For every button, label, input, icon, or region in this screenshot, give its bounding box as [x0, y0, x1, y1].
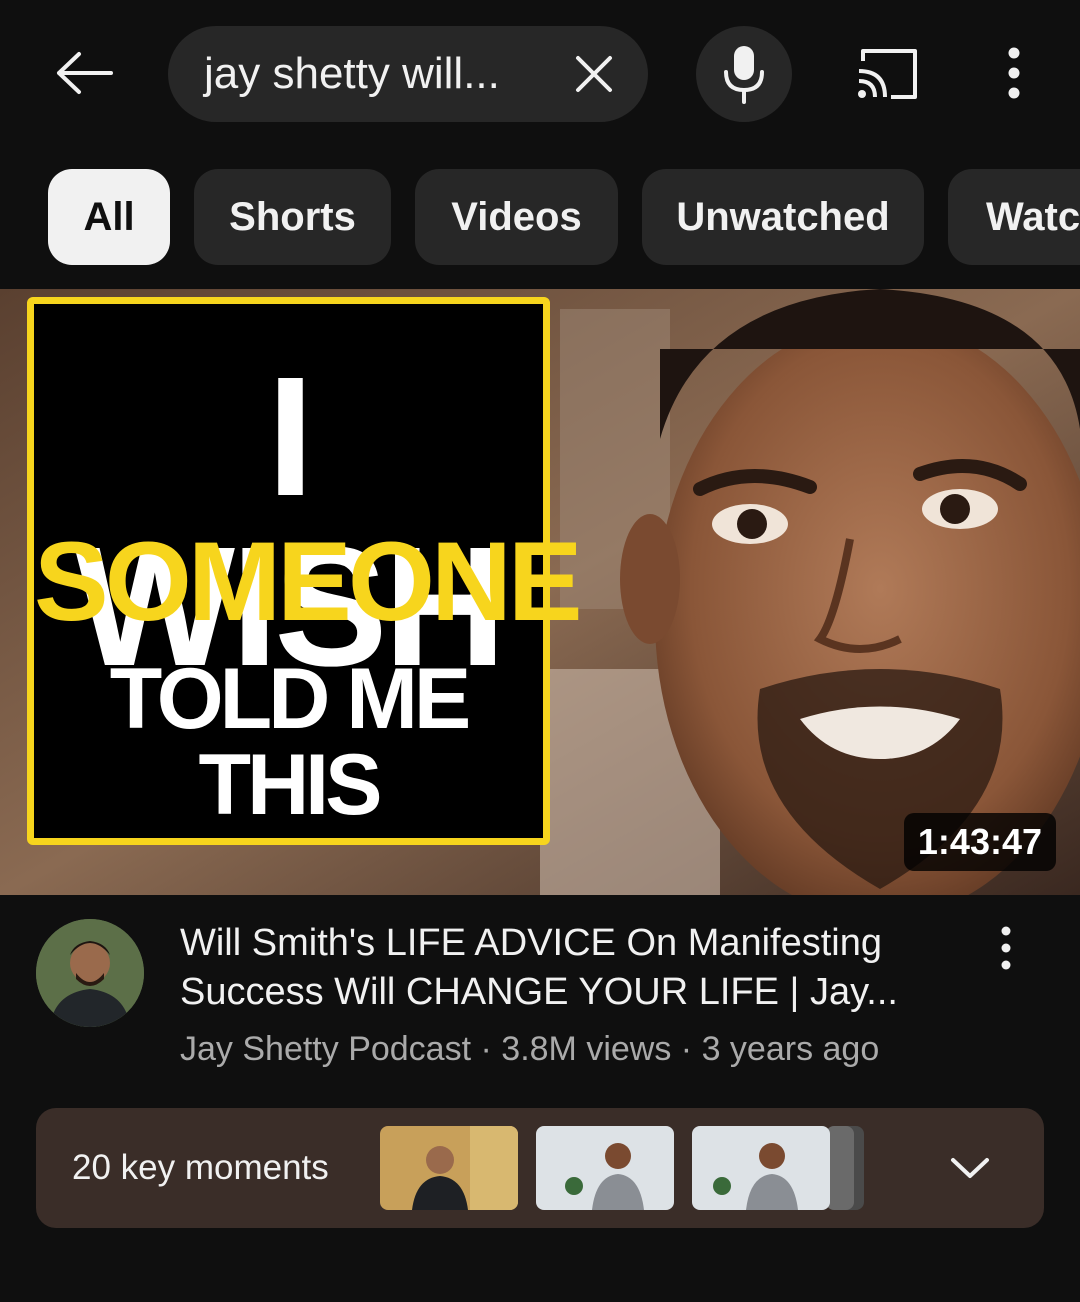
- video-metadata: Jay Shetty Podcast · 3.8M views · 3 year…: [180, 1030, 879, 1069]
- key-moment-thumbnail[interactable]: [380, 1126, 518, 1210]
- more-options-button[interactable]: [990, 40, 1038, 106]
- video-duration-badge: 1:43:47: [903, 813, 1056, 871]
- video-action-menu-button[interactable]: [988, 923, 1024, 973]
- filter-chips: All Shorts Videos Unwatched Watc: [0, 169, 1080, 265]
- channel-name[interactable]: Jay Shetty Podcast: [180, 1030, 471, 1068]
- video-title[interactable]: Will Smith's LIFE ADVICE On Manifesting …: [180, 919, 960, 1017]
- avatar-image: [36, 919, 144, 1027]
- cast-icon: [858, 49, 917, 99]
- cast-button[interactable]: [852, 44, 922, 104]
- key-moment-image: [692, 1126, 830, 1210]
- top-bar: jay shetty will...: [0, 0, 1080, 145]
- close-icon: [576, 56, 612, 92]
- chip-shorts[interactable]: Shorts: [194, 169, 391, 265]
- arrow-left-icon: [57, 52, 113, 94]
- chip-all[interactable]: All: [48, 169, 170, 265]
- video-title-line1: Will Smith's LIFE ADVICE On Manifesting: [180, 922, 883, 964]
- chip-videos[interactable]: Videos: [415, 169, 618, 265]
- voice-search-button[interactable]: [696, 26, 792, 122]
- key-moment-stack: [826, 1126, 854, 1210]
- thumbnail-text-line2: SOMEONE: [34, 519, 583, 644]
- meta-separator: ·: [680, 1030, 693, 1068]
- clear-search-button[interactable]: [568, 48, 620, 100]
- key-moment-image: [536, 1126, 674, 1210]
- key-moment-thumbnail[interactable]: [692, 1126, 830, 1210]
- key-moments-bar[interactable]: 20 key moments: [36, 1108, 1044, 1228]
- view-count: 3.8M views: [501, 1030, 672, 1068]
- microphone-icon: [724, 46, 764, 104]
- search-box[interactable]: jay shetty will...: [168, 26, 648, 122]
- key-moments-label: 20 key moments: [72, 1148, 329, 1187]
- search-query[interactable]: jay shetty will...: [204, 49, 500, 99]
- upload-age: 3 years ago: [701, 1030, 880, 1068]
- more-vertical-icon: [1008, 47, 1020, 99]
- video-info: Will Smith's LIFE ADVICE On Manifesting …: [0, 895, 1080, 1095]
- channel-avatar[interactable]: [36, 919, 144, 1027]
- chip-unwatched[interactable]: Unwatched: [642, 169, 924, 265]
- key-moment-thumbnail[interactable]: [536, 1126, 674, 1210]
- more-vertical-icon: [1001, 926, 1011, 970]
- back-button[interactable]: [52, 40, 118, 106]
- meta-separator: ·: [480, 1030, 492, 1068]
- video-thumbnail[interactable]: I WISH SOMEONE TOLD ME THIS 1:43:47: [0, 289, 1080, 895]
- video-title-line2: Success Will CHANGE YOUR LIFE | Jay...: [180, 971, 898, 1013]
- expand-key-moments-button[interactable]: [948, 1148, 992, 1188]
- chevron-down-icon: [951, 1158, 989, 1178]
- chip-watched[interactable]: Watc: [948, 169, 1080, 265]
- thumbnail-text-box: I WISH SOMEONE TOLD ME THIS: [27, 297, 583, 845]
- thumbnail-text-line3: TOLD ME THIS: [109, 651, 471, 833]
- key-moment-image: [380, 1126, 518, 1210]
